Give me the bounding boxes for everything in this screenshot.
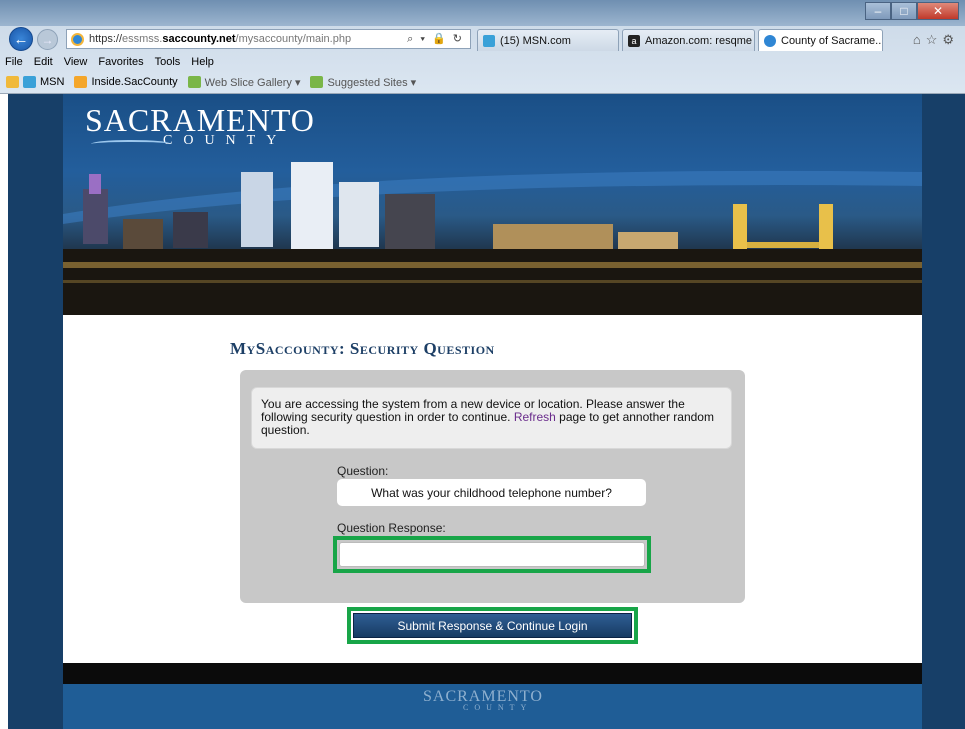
response-highlight	[333, 536, 651, 573]
browser-chrome: – □ ✕ ← → https:// essmss. saccounty.net…	[0, 0, 965, 94]
refresh-link[interactable]: Refresh	[514, 410, 556, 424]
fav-msn[interactable]: MSN	[23, 76, 64, 88]
page-title: MySaccounty: Security Question	[230, 339, 495, 358]
title-bar: – □ ✕	[0, 0, 965, 26]
tab-county[interactable]: County of Sacrame... ×	[758, 29, 883, 51]
fav-suggested-sites[interactable]: Suggested Sites ▾	[310, 76, 416, 89]
amazon-icon: a	[628, 34, 640, 47]
submit-highlight: Submit Response & Continue Login	[347, 607, 638, 644]
tab-label: Amazon.com: resqme ...	[645, 34, 755, 47]
tab-label: (15) MSN.com	[500, 34, 571, 47]
favorites-star-icon[interactable]	[6, 76, 19, 88]
question-label: Question:	[337, 464, 389, 478]
ie-page-icon	[764, 34, 776, 47]
close-window-icon[interactable]: ✕	[917, 2, 959, 20]
tab-amazon[interactable]: a Amazon.com: resqme ...	[622, 29, 755, 51]
menu-favorites[interactable]: Favorites	[98, 56, 143, 68]
maximize-icon[interactable]: □	[891, 2, 917, 20]
favorites-bar: MSN Inside.SacCounty Web Slice Gallery ▾…	[0, 72, 965, 92]
folder-icon	[74, 76, 88, 88]
url-scheme: https://	[89, 33, 123, 45]
gear-icon[interactable]: ⚙	[942, 32, 959, 47]
browser-toolbar-icons: ⌂☆⚙	[913, 32, 959, 48]
navigation-row: ← → https:// essmss. saccounty.net /mysa…	[0, 26, 965, 52]
footer: SACRAMENTO COUNTY	[63, 684, 922, 729]
menu-file[interactable]: File	[5, 56, 23, 68]
fav-web-slice-gallery[interactable]: Web Slice Gallery ▾	[187, 76, 301, 89]
notice-message: You are accessing the system from a new …	[251, 387, 732, 449]
fav-label: MSN	[40, 76, 65, 88]
url-domain: saccounty.net	[162, 33, 236, 45]
minimize-icon[interactable]: –	[865, 2, 891, 20]
back-arrow-icon[interactable]: ←	[9, 27, 33, 51]
sacramento-county-logo[interactable]: SACRAMENTO COUNTY	[85, 102, 315, 149]
msn-butterfly-icon	[483, 34, 495, 47]
address-tools-icons[interactable]: ⌕ ▾ 🔒 ↻	[407, 32, 464, 46]
menu-edit[interactable]: Edit	[34, 56, 53, 68]
web-page: SACRAMENTO COUNTY MySaccounty: Security …	[8, 94, 965, 729]
menu-tools[interactable]: Tools	[155, 56, 181, 68]
logo-swoosh-icon	[91, 140, 171, 148]
header-banner: SACRAMENTO COUNTY	[63, 94, 922, 315]
security-question-panel: You are accessing the system from a new …	[240, 370, 745, 603]
tab-msn[interactable]: (15) MSN.com	[477, 29, 619, 51]
home-icon[interactable]: ⌂	[913, 32, 926, 47]
ie-page-icon	[71, 32, 84, 46]
footer-logo: SACRAMENTO COUNTY	[423, 688, 543, 712]
fav-label: Inside.SacCounty	[91, 76, 178, 88]
submit-response-button[interactable]: Submit Response & Continue Login	[353, 613, 632, 638]
fav-inside-saccounty[interactable]: Inside.SacCounty	[74, 76, 178, 88]
address-bar[interactable]: https:// essmss. saccounty.net /mysaccou…	[66, 29, 471, 49]
window-controls: – □ ✕	[865, 2, 959, 20]
favorites-star-icon[interactable]: ☆	[926, 32, 943, 47]
footer-logo-sub-text: COUNTY	[463, 703, 533, 712]
tab-label: County of Sacrame...	[781, 34, 883, 47]
url-subdomain: essmss.	[122, 33, 163, 45]
fav-label: Web Slice Gallery ▾	[204, 76, 301, 89]
fav-label: Suggested Sites ▾	[327, 76, 417, 89]
web-slice-icon	[310, 76, 324, 88]
main-content: MySaccounty: Security Question You are a…	[63, 315, 922, 663]
footer-bar	[63, 663, 922, 684]
menu-view[interactable]: View	[64, 56, 88, 68]
question-text: What was your childhood telephone number…	[337, 479, 646, 506]
web-slice-icon	[187, 76, 201, 88]
msn-butterfly-icon	[23, 76, 36, 88]
forward-arrow-icon[interactable]: →	[37, 29, 58, 50]
menu-bar: File Edit View Favorites Tools Help	[0, 53, 965, 71]
question-response-input[interactable]	[339, 542, 645, 567]
url-path: /mysaccounty/main.php	[235, 33, 352, 45]
response-label: Question Response:	[337, 521, 446, 535]
menu-help[interactable]: Help	[191, 56, 214, 68]
